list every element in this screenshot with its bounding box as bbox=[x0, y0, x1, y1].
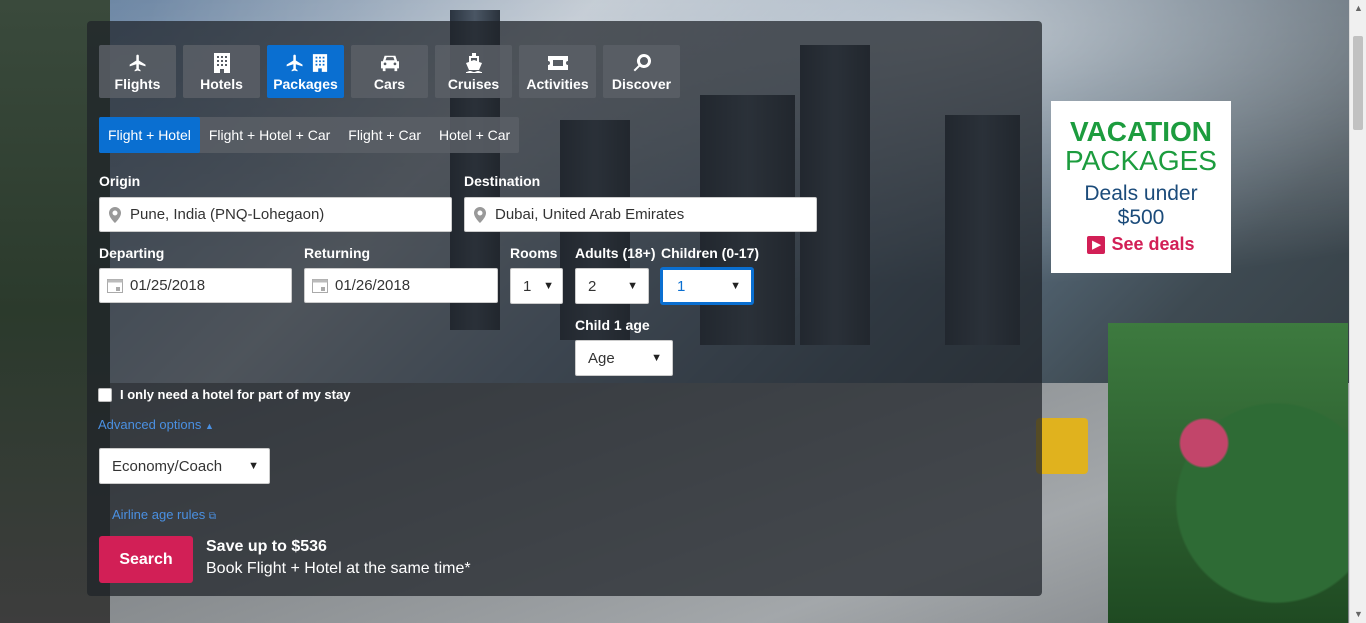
promo-subtitle: Book Flight + Hotel at the same time* bbox=[206, 560, 471, 577]
plane-icon bbox=[129, 54, 145, 72]
chevron-down-icon: ▼ bbox=[543, 280, 554, 292]
school-bus bbox=[1036, 418, 1088, 474]
calendar-icon bbox=[107, 279, 123, 293]
location-pin-icon bbox=[109, 206, 121, 223]
departing-date-input[interactable]: 01/25/2018 bbox=[99, 268, 292, 303]
scroll-up-arrow-icon[interactable]: ▲ bbox=[1350, 0, 1366, 17]
children-label: Children (0-17) bbox=[661, 245, 760, 261]
child-age-value: Age bbox=[588, 349, 615, 367]
subtab-flight-car[interactable]: Flight + Car bbox=[339, 117, 430, 153]
origin-input[interactable]: Pune, India (PNQ-Lohegaon) bbox=[99, 197, 452, 232]
chevron-down-icon: ▼ bbox=[651, 352, 662, 364]
airline-age-rules-link[interactable]: Airline age rules ⧉ bbox=[112, 507, 216, 522]
subtab-flight-hotel-car[interactable]: Flight + Hotel + Car bbox=[200, 117, 339, 153]
ad-line-2: PACKAGES bbox=[1065, 145, 1217, 176]
children-value: 1 bbox=[677, 277, 686, 295]
building-icon bbox=[213, 53, 230, 73]
ticket-icon bbox=[547, 56, 568, 70]
advanced-options-link[interactable]: Advanced options ▲ bbox=[98, 417, 214, 432]
page-scrollbar[interactable]: ▲ ▼ bbox=[1349, 0, 1366, 623]
promo-title: Save up to $536 bbox=[206, 538, 327, 555]
search-panel: Flights Hotels Packages Cars Cruises Act… bbox=[87, 21, 1042, 596]
chevron-down-icon: ▼ bbox=[627, 280, 638, 292]
search-icon bbox=[633, 54, 651, 72]
origin-label: Origin bbox=[99, 173, 141, 189]
tab-flights[interactable]: Flights bbox=[99, 45, 176, 98]
origin-value: Pune, India (PNQ-Lohegaon) bbox=[130, 206, 325, 223]
chevron-down-icon: ▼ bbox=[730, 280, 741, 292]
tab-hotels[interactable]: Hotels bbox=[183, 45, 260, 98]
search-button[interactable]: Search bbox=[99, 536, 193, 583]
destination-input[interactable]: Dubai, United Arab Emirates bbox=[464, 197, 817, 232]
adults-select[interactable]: 2 ▼ bbox=[575, 268, 649, 304]
chevron-right-icon: ▶ bbox=[1087, 235, 1106, 254]
cabin-class-value: Economy/Coach bbox=[112, 457, 223, 475]
scroll-down-arrow-icon[interactable]: ▼ bbox=[1350, 606, 1366, 623]
building-icon bbox=[312, 54, 327, 72]
departing-label: Departing bbox=[99, 245, 165, 261]
car-icon bbox=[380, 55, 399, 72]
ad-line-3: Deals under bbox=[1084, 182, 1198, 205]
calendar-icon bbox=[312, 279, 328, 293]
departing-date-value: 01/25/2018 bbox=[130, 277, 206, 294]
scroll-thumb[interactable] bbox=[1353, 36, 1363, 130]
tab-cruises[interactable]: Cruises bbox=[435, 45, 512, 98]
returning-label: Returning bbox=[304, 245, 371, 261]
tab-packages[interactable]: Packages bbox=[267, 45, 344, 98]
see-deals-link[interactable]: ▶ See deals bbox=[1051, 234, 1231, 255]
adults-label: Adults (18+) bbox=[575, 245, 656, 261]
subtab-hotel-car[interactable]: Hotel + Car bbox=[430, 117, 519, 153]
product-tabs: Flights Hotels Packages Cars Cruises Act… bbox=[99, 45, 680, 98]
returning-date-value: 01/26/2018 bbox=[335, 277, 411, 294]
vacation-packages-ad[interactable]: VACATION PACKAGES Deals under $500 ▶ See… bbox=[1051, 101, 1231, 273]
child-age-select[interactable]: Age ▼ bbox=[575, 340, 673, 376]
returning-date-input[interactable]: 01/26/2018 bbox=[304, 268, 498, 303]
destination-label: Destination bbox=[464, 173, 541, 189]
partial-stay-option[interactable]: I only need a hotel for part of my stay bbox=[98, 387, 350, 402]
partial-stay-label: I only need a hotel for part of my stay bbox=[120, 387, 351, 402]
location-pin-icon bbox=[474, 206, 486, 223]
subtab-flight-hotel[interactable]: Flight + Hotel bbox=[99, 117, 200, 153]
package-type-tabs: Flight + Hotel Flight + Hotel + Car Flig… bbox=[99, 117, 520, 153]
child-age-label: Child 1 age bbox=[575, 317, 650, 333]
ship-icon bbox=[465, 53, 482, 73]
partial-stay-checkbox[interactable] bbox=[98, 387, 112, 402]
children-select[interactable]: 1 ▼ bbox=[661, 268, 753, 304]
cabin-class-select[interactable]: Economy/Coach ▼ bbox=[99, 448, 270, 484]
external-link-icon: ⧉ bbox=[208, 511, 216, 522]
rooms-label: Rooms bbox=[510, 245, 558, 261]
tab-cars[interactable]: Cars bbox=[351, 45, 428, 98]
ad-line-1: VACATION bbox=[1069, 116, 1213, 147]
chevron-down-icon: ▼ bbox=[248, 460, 259, 472]
rooms-value: 1 bbox=[523, 277, 532, 295]
rooms-select[interactable]: 1 ▼ bbox=[510, 268, 563, 304]
tab-discover[interactable]: Discover bbox=[603, 45, 680, 98]
chevron-up-icon: ▲ bbox=[204, 421, 214, 431]
adults-value: 2 bbox=[588, 277, 597, 295]
flower-hill bbox=[1108, 323, 1348, 623]
plane-icon bbox=[286, 54, 302, 72]
ad-line-4: $500 bbox=[1117, 206, 1165, 229]
destination-value: Dubai, United Arab Emirates bbox=[495, 206, 685, 223]
tab-activities[interactable]: Activities bbox=[519, 45, 596, 98]
